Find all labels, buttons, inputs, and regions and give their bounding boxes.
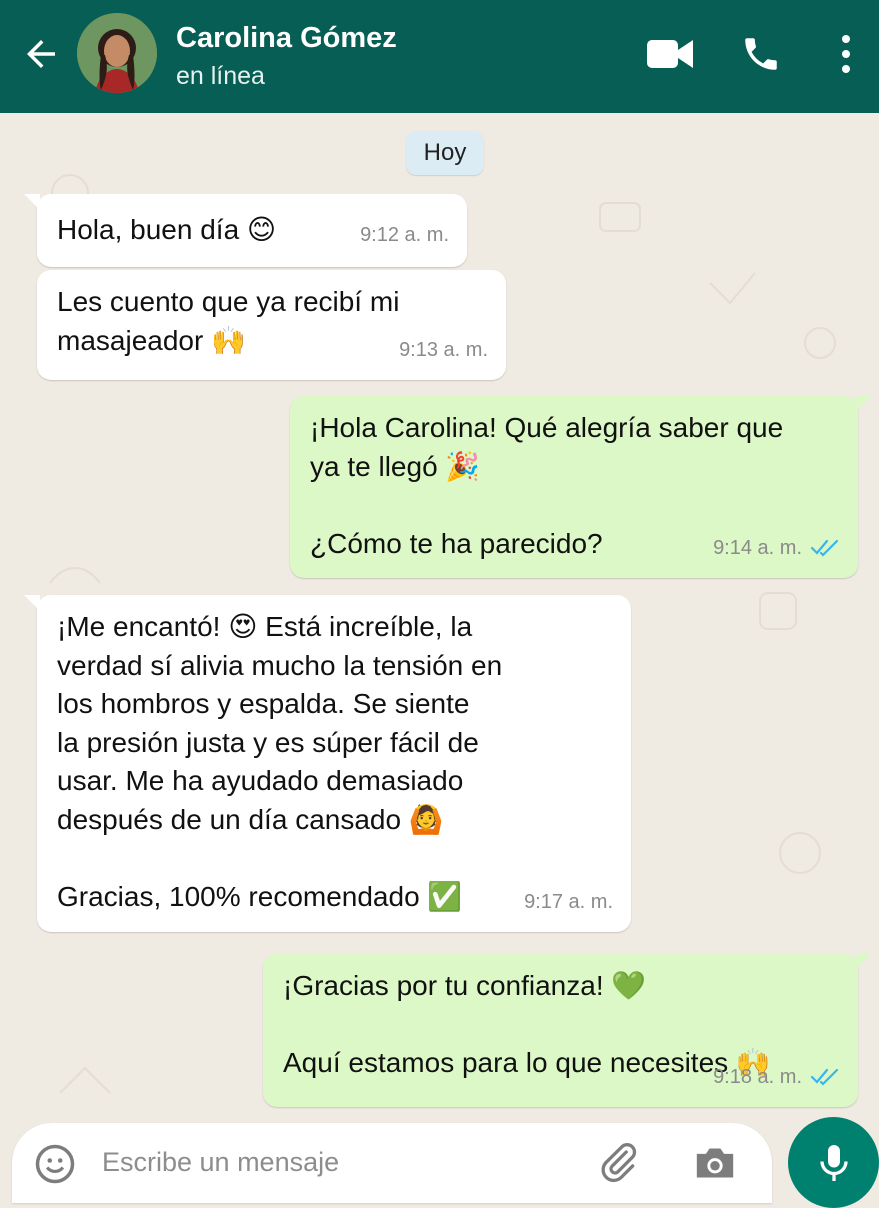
read-receipt-icon	[810, 1068, 839, 1086]
camera-icon[interactable]	[693, 1143, 737, 1183]
message-text: ¡Gracias por tu confianza! 💚 Aquí estamo…	[283, 970, 771, 1078]
message-time: 9:12 a. m.	[360, 223, 449, 246]
contact-status: en línea	[176, 62, 265, 90]
avatar[interactable]	[77, 13, 157, 93]
message-time: 9:17 a. m.	[524, 890, 613, 913]
video-call-icon[interactable]	[647, 36, 693, 72]
message-composer[interactable]: Escribe un mensaje	[12, 1123, 772, 1203]
mic-icon	[820, 1145, 848, 1181]
message-time: 9:18 a. m.	[713, 1065, 802, 1088]
mic-button[interactable]	[788, 1117, 879, 1208]
contact-name[interactable]: Carolina Gómez	[176, 22, 397, 55]
message-input[interactable]: Escribe un mensaje	[102, 1147, 339, 1178]
message-bubble-outgoing[interactable]: ¡Hola Carolina! Qué alegría saber que ya…	[290, 396, 871, 578]
back-arrow-icon[interactable]	[20, 33, 62, 75]
date-chip: Hoy	[406, 131, 484, 175]
message-bubble-incoming[interactable]: Hola, buen día 😊 9:12 a. m.	[24, 194, 467, 267]
message-text: Hola, buen día 😊	[57, 214, 277, 245]
message-time: 9:13 a. m.	[399, 338, 488, 361]
more-vert-icon[interactable]	[838, 34, 854, 74]
message-text: ¡Me encantó! 😍 Está increíble, la verdad…	[57, 611, 503, 912]
message-time: 9:14 a. m.	[713, 536, 802, 559]
message-text: Les cuento que ya recibí mi masajeador 🙌	[57, 286, 400, 356]
read-receipt-icon	[810, 539, 839, 557]
chat-header: Carolina Gómez en línea	[0, 0, 879, 113]
chat-area[interactable]: Hoy Hola, buen día 😊 9:12 a. m. Les cuen…	[0, 113, 879, 1203]
message-bubble-incoming[interactable]: Les cuento que ya recibí mi masajeador 🙌…	[37, 270, 506, 380]
emoji-icon[interactable]	[34, 1143, 76, 1185]
phone-icon[interactable]	[740, 33, 782, 75]
message-bubble-incoming[interactable]: ¡Me encantó! 😍 Está increíble, la verdad…	[24, 595, 631, 932]
attach-icon[interactable]	[596, 1141, 640, 1185]
message-bubble-outgoing[interactable]: ¡Gracias por tu confianza! 💚 Aquí estamo…	[263, 954, 871, 1107]
